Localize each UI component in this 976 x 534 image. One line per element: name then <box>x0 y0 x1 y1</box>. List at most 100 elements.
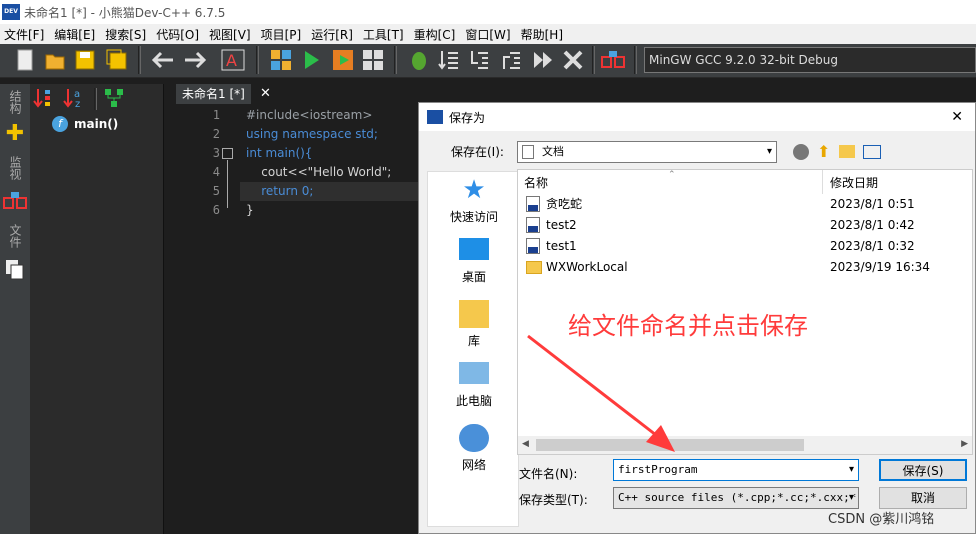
file-row[interactable]: test2 2023/8/1 0:42 <box>524 215 964 235</box>
place-label: 库 <box>467 334 480 348</box>
folder-name: WXWorkLocal <box>546 260 628 274</box>
function-icon: f <box>52 116 68 132</box>
cancel-button[interactable]: 取消 <box>879 487 967 509</box>
save-icon[interactable] <box>72 47 98 73</box>
line-number: 2 <box>212 127 220 141</box>
place-quick-access[interactable]: ★ 快速访问 <box>428 176 520 225</box>
compiler-select[interactable]: MinGW GCC 9.2.0 32-bit Debug <box>644 47 976 73</box>
stop-icon[interactable] <box>560 47 586 73</box>
fold-guide <box>227 160 228 208</box>
code-line[interactable]: cout<<"Hello World"; <box>246 163 391 182</box>
code-line[interactable]: int main(){ <box>246 144 312 163</box>
menu-run[interactable]: 运行[R] <box>307 26 357 43</box>
compile-run-icon[interactable] <box>330 47 356 73</box>
copy-pages-icon[interactable] <box>2 256 28 282</box>
svg-text:z: z <box>75 99 80 109</box>
menu-project[interactable]: 项目[P] <box>257 26 306 43</box>
debug-bug-icon[interactable] <box>406 47 432 73</box>
menu-file[interactable]: 文件[F] <box>0 26 48 43</box>
fold-toggle-icon[interactable] <box>222 148 233 159</box>
up-folder-icon[interactable]: ⬆ <box>817 143 833 161</box>
tab-close-icon[interactable]: ✕ <box>260 84 271 104</box>
menu-tools[interactable]: 工具[T] <box>359 26 408 43</box>
filetype-select[interactable]: C++ source files (*.cpp;*.cc;*.cxx;*. ▾ <box>613 487 859 509</box>
forward-arrow-icon[interactable] <box>182 47 208 73</box>
place-label: 此电脑 <box>455 394 492 408</box>
filename-value: firstProgram <box>618 463 698 476</box>
computer-icon <box>459 362 489 384</box>
menu-code[interactable]: 代码[O] <box>152 26 203 43</box>
sort-indicator-icon: ⌃ <box>668 170 676 180</box>
dialog-title: 保存为 <box>449 110 486 125</box>
column-date-header[interactable]: 修改日期 <box>830 174 878 191</box>
place-library[interactable]: 库 <box>428 300 520 349</box>
column-name-header[interactable]: 名称 <box>524 174 548 191</box>
code-line[interactable]: using namespace std; <box>246 125 378 144</box>
menu-refactor[interactable]: 重构[C] <box>410 26 460 43</box>
add-watch-icon[interactable]: ✚ <box>2 120 28 146</box>
documents-icon <box>522 145 534 159</box>
step-over-icon[interactable] <box>436 47 462 73</box>
rebuild-icon[interactable] <box>360 47 386 73</box>
run-icon[interactable] <box>298 47 324 73</box>
code-line[interactable]: #include<iostream> <box>246 106 372 125</box>
problem-set-icon[interactable] <box>600 47 626 73</box>
view-menu-icon[interactable] <box>863 145 881 159</box>
filename-input[interactable]: firstProgram ▾ <box>613 459 859 481</box>
menu-search[interactable]: 搜索[S] <box>101 26 150 43</box>
problem-tab-icon[interactable] <box>2 188 28 214</box>
back-arrow-icon[interactable] <box>150 47 176 73</box>
places-bar: ★ 快速访问 桌面 库 此电脑 网络 <box>427 171 519 527</box>
menu-edit[interactable]: 编辑[E] <box>50 26 99 43</box>
step-into-icon[interactable] <box>466 47 492 73</box>
continue-icon[interactable] <box>530 47 556 73</box>
code-line[interactable]: return 0; <box>246 182 313 201</box>
place-label: 快速访问 <box>449 210 498 224</box>
show-inherited-icon[interactable] <box>102 86 126 110</box>
tree-item-main[interactable]: main() <box>74 116 118 132</box>
dialog-close-icon[interactable]: ✕ <box>951 109 963 125</box>
title-bar: DEV 未命名1 [*] - 小熊猫Dev-C++ 6.7.5 <box>0 0 976 24</box>
tab-untitled[interactable]: 未命名1 [*] <box>176 84 251 104</box>
menu-bar: 文件[F] 编辑[E] 搜索[S] 代码[O] 视图[V] 项目[P] 运行[R… <box>0 24 976 44</box>
chevron-down-icon: ▾ <box>766 146 772 157</box>
tab-files[interactable]: 文件 <box>7 224 24 248</box>
menu-window[interactable]: 窗口[W] <box>461 26 514 43</box>
file-date: 2023/8/1 0:42 <box>830 218 915 232</box>
cpp-file-icon <box>526 217 540 233</box>
toolbar-separator <box>256 46 259 74</box>
save-all-icon[interactable] <box>104 47 130 73</box>
folder-row[interactable]: WXWorkLocal 2023/9/19 16:34 <box>524 257 964 277</box>
sort-alpha-icon[interactable]: az <box>62 86 86 110</box>
annotation-arrow-icon <box>527 334 675 452</box>
file-row[interactable]: test1 2023/8/1 0:32 <box>524 236 964 256</box>
menu-view[interactable]: 视图[V] <box>205 26 255 43</box>
tab-watch[interactable]: 监视 <box>7 156 24 180</box>
save-in-label: 保存在(I): <box>451 145 504 159</box>
file-row[interactable]: 贪吃蛇 2023/8/1 0:51 <box>524 194 964 214</box>
new-folder-icon[interactable] <box>839 145 855 158</box>
new-file-icon[interactable] <box>12 47 38 73</box>
toolbar-separator <box>394 46 397 74</box>
place-this-pc[interactable]: 此电脑 <box>428 362 520 409</box>
step-out-icon[interactable] <box>498 47 524 73</box>
back-icon[interactable] <box>793 144 809 160</box>
menu-help[interactable]: 帮助[H] <box>517 26 567 43</box>
scroll-right-icon[interactable]: ▶ <box>961 439 968 449</box>
place-network[interactable]: 网络 <box>428 424 520 473</box>
open-folder-icon[interactable] <box>42 47 68 73</box>
column-divider <box>822 170 823 194</box>
side-tab-strip: 结构 ✚ 监视 文件 <box>0 84 30 534</box>
format-code-icon[interactable]: A <box>220 47 246 73</box>
save-button[interactable]: 保存(S) <box>879 459 967 481</box>
tab-structure[interactable]: 结构 <box>7 90 24 114</box>
filename-label: 文件名(N): <box>519 467 578 481</box>
compile-icon[interactable] <box>268 47 294 73</box>
code-line[interactable]: } <box>246 201 254 220</box>
file-date: 2023/8/1 0:32 <box>830 239 915 253</box>
place-desktop[interactable]: 桌面 <box>428 238 520 285</box>
sort-by-type-icon[interactable] <box>32 86 54 110</box>
annotation-text: 给文件命名并点击保存 <box>568 312 808 340</box>
save-in-select[interactable]: 文档 ▾ <box>517 141 777 163</box>
window-title: 未命名1 [*] - 小熊猫Dev-C++ 6.7.5 <box>24 5 226 20</box>
